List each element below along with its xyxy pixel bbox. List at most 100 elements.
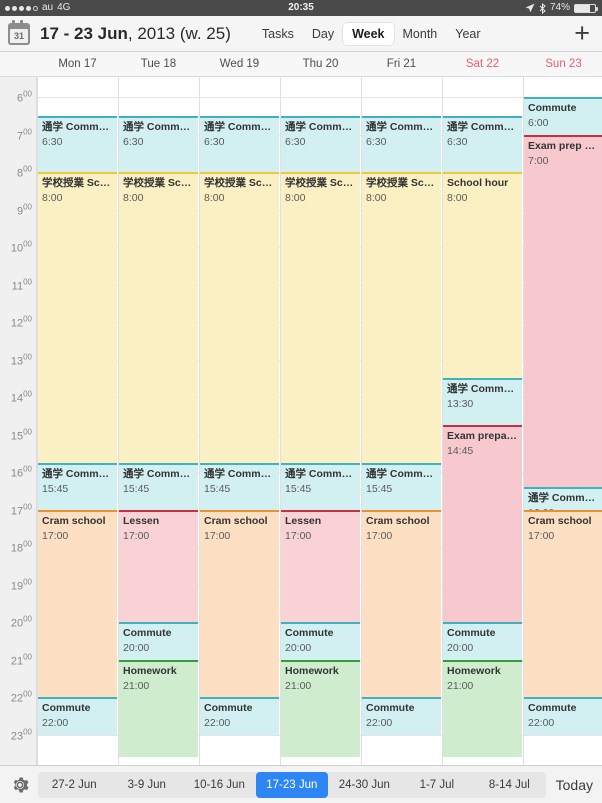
event-time: 15:45 bbox=[123, 482, 150, 495]
day-header-6[interactable]: Sun 23 bbox=[523, 52, 602, 76]
day-header-2[interactable]: Wed 19 bbox=[199, 52, 280, 76]
tab-week[interactable]: Week bbox=[343, 22, 394, 45]
event-block[interactable]: Lessen 17:00 bbox=[119, 509, 198, 622]
event-title: Commute bbox=[123, 627, 172, 639]
event-time: 6:30 bbox=[366, 135, 387, 148]
event-block[interactable]: Commute 22:00 bbox=[38, 697, 117, 735]
event-block[interactable]: 学校授業 Sch... 8:00 bbox=[38, 172, 117, 463]
event-title: 通学 Commute bbox=[366, 120, 437, 133]
event-title: Homework bbox=[447, 664, 501, 677]
event-block[interactable]: Exam prepar... 14:45 bbox=[443, 425, 522, 622]
grid-canvas[interactable]: 通学 Commute 6:30 学校授業 Sch... 8:00 通学 Commute 1… bbox=[37, 77, 602, 765]
event-time: 17:00 bbox=[366, 529, 393, 542]
event-block[interactable]: Commute 20:00 bbox=[443, 622, 522, 660]
event-block[interactable]: 通学 Commute 6:30 bbox=[362, 115, 441, 172]
event-block[interactable]: Cram school 17:00 bbox=[524, 509, 602, 697]
event-block[interactable]: Cram school 17:00 bbox=[38, 509, 117, 697]
gear-icon[interactable] bbox=[10, 775, 30, 795]
event-block[interactable]: 通学 Commute 15:45 bbox=[362, 462, 441, 510]
event-block[interactable]: Commute 20:00 bbox=[281, 622, 360, 660]
event-block[interactable]: Commute 22:00 bbox=[524, 697, 602, 735]
today-button[interactable]: Today bbox=[556, 777, 593, 793]
battery-percent-label: 74% bbox=[549, 2, 570, 13]
event-time: 20:00 bbox=[285, 642, 312, 654]
day-header-5[interactable]: Sat 22 bbox=[442, 52, 523, 76]
week-navigation-strip[interactable]: 27-2 Jun 3-9 Jun 10-16 Jun 17-23 Jun 24-30 J… bbox=[38, 771, 546, 798]
week-nav-item-3[interactable]: 17-23 Jun bbox=[255, 771, 329, 798]
hour-label-20: 2000 bbox=[10, 614, 32, 630]
event-block[interactable]: Homework 21:00 bbox=[281, 659, 360, 757]
event-title: 通学 Commute bbox=[42, 120, 113, 133]
event-block[interactable]: 通学 Commute 15:45 bbox=[38, 462, 117, 510]
event-title: 通学 Commute bbox=[528, 492, 599, 504]
day-column-2[interactable]: 通学 Commute 6:30 学校授業 Sch... 8:00 通学 Commute 1… bbox=[199, 77, 280, 765]
day-column-4[interactable]: 通学 Commute 6:30 学校授業 Sch... 8:00 通学 Commute 1… bbox=[361, 77, 442, 765]
week-nav-item-5[interactable]: 1-7 Jul bbox=[401, 772, 474, 798]
hour-label-8: 800 bbox=[16, 164, 32, 180]
day-header-gutter bbox=[0, 52, 37, 76]
event-block[interactable]: 通学 Commute 15:45 bbox=[281, 462, 360, 510]
week-grid[interactable]: 通学 Commute 6:30 学校授業 Sch... 8:00 通学 Commute 1… bbox=[0, 77, 602, 765]
tab-day[interactable]: Day bbox=[303, 23, 343, 45]
event-title: Commute bbox=[447, 627, 496, 639]
event-block[interactable]: 通学 Commute 15:45 bbox=[200, 462, 279, 510]
event-block[interactable]: 通学 Commute 6:30 bbox=[443, 115, 522, 172]
event-block[interactable]: 通学 Commute 15:45 bbox=[119, 462, 198, 510]
week-nav-item-1[interactable]: 3-9 Jun bbox=[111, 772, 184, 798]
event-title: 学校授業 Sch... bbox=[42, 177, 113, 189]
day-column-0[interactable]: 通学 Commute 6:30 学校授業 Sch... 8:00 通学 Commute 1… bbox=[37, 77, 118, 765]
event-block[interactable]: Homework 21:00 bbox=[119, 659, 198, 757]
status-bar: au 4G 20:35 74% bbox=[0, 0, 602, 16]
tab-tasks[interactable]: Tasks bbox=[253, 23, 303, 45]
hour-label-21: 2100 bbox=[10, 652, 32, 667]
event-title: Exam prepar... bbox=[447, 430, 518, 443]
event-block[interactable]: Commute 22:00 bbox=[200, 697, 279, 735]
event-block[interactable]: 学校授業 Sch... 8:00 bbox=[200, 172, 279, 463]
event-block[interactable]: 学校授業 Sch... 8:00 bbox=[281, 172, 360, 463]
event-block[interactable]: 学校授業 Sch... 8:00 bbox=[362, 172, 441, 463]
event-time: 20:00 bbox=[447, 642, 474, 654]
calendar-week-app: au 4G 20:35 74% 31 17 - 23 Jun, 2013 (w.… bbox=[0, 0, 602, 803]
event-block[interactable]: Homework 21:00 bbox=[443, 659, 522, 757]
day-header-3[interactable]: Thu 20 bbox=[280, 52, 361, 76]
event-block[interactable]: Cram school 17:00 bbox=[200, 509, 279, 697]
page-title-year-week: , 2013 (w. 25) bbox=[127, 23, 231, 43]
week-nav-item-4[interactable]: 24-30 Jun bbox=[328, 772, 401, 798]
day-header-1[interactable]: Tue 18 bbox=[118, 52, 199, 76]
event-block[interactable]: 通学 Commute 13:30 bbox=[443, 378, 522, 426]
day-column-1[interactable]: 通学 Commute 6:30 学校授業 Sch... 8:00 通学 Commute 1… bbox=[118, 77, 199, 765]
event-title: 学校授業 Sch... bbox=[204, 177, 275, 189]
day-column-5[interactable]: 通学 Commute 6:30 School hour 8:00 通学 Commute 1… bbox=[442, 77, 523, 765]
hour-label-7: 700 bbox=[16, 127, 32, 142]
event-block[interactable]: 通学 Commute 6:30 bbox=[281, 115, 360, 172]
event-block[interactable]: 学校授業 Sch... 8:00 bbox=[119, 172, 198, 463]
week-nav-item-6[interactable]: 8-14 Jul bbox=[473, 772, 546, 798]
event-block[interactable]: Lessen 17:00 bbox=[281, 509, 360, 622]
event-block[interactable]: School hour 8:00 bbox=[443, 172, 522, 379]
event-block[interactable]: Exam prep s... 7:00 bbox=[524, 134, 602, 487]
day-divider bbox=[37, 77, 38, 765]
event-block[interactable]: Commute 22:00 bbox=[362, 697, 441, 735]
calendar-icon[interactable]: 31 bbox=[8, 19, 30, 45]
event-block[interactable]: Commute 20:00 bbox=[119, 622, 198, 660]
day-column-6[interactable]: Commute6:00Exam prep s...7:00通学 Commute1… bbox=[523, 77, 602, 765]
event-block[interactable]: 通学 Commute 6:30 bbox=[119, 115, 198, 172]
event-time: 6:30 bbox=[42, 135, 63, 148]
day-column-3[interactable]: 通学 Commute 6:30 学校授業 Sch... 8:00 通学 Commute 1… bbox=[280, 77, 361, 765]
event-block[interactable]: Cram school 17:00 bbox=[362, 509, 441, 697]
add-event-button[interactable]: + bbox=[574, 20, 590, 47]
week-nav-item-2[interactable]: 10-16 Jun bbox=[183, 772, 256, 798]
event-title: Exam prep s... bbox=[528, 139, 599, 152]
event-time: 6:30 bbox=[204, 135, 225, 148]
day-header-0[interactable]: Mon 17 bbox=[37, 52, 118, 76]
event-block[interactable]: 通学 Commute 6:30 bbox=[200, 115, 279, 172]
event-title: Homework bbox=[123, 664, 177, 677]
tab-year[interactable]: Year bbox=[446, 23, 489, 45]
tab-month[interactable]: Month bbox=[394, 23, 447, 45]
event-block[interactable]: 通学 Commute 6:30 bbox=[38, 115, 117, 172]
event-time: 17:00 bbox=[285, 529, 312, 542]
week-nav-item-0[interactable]: 27-2 Jun bbox=[38, 772, 111, 798]
event-block[interactable]: Commute 6:00 bbox=[524, 97, 602, 135]
event-block[interactable]: 通学 Commute16:00 bbox=[524, 487, 602, 510]
day-header-4[interactable]: Fri 21 bbox=[361, 52, 442, 76]
